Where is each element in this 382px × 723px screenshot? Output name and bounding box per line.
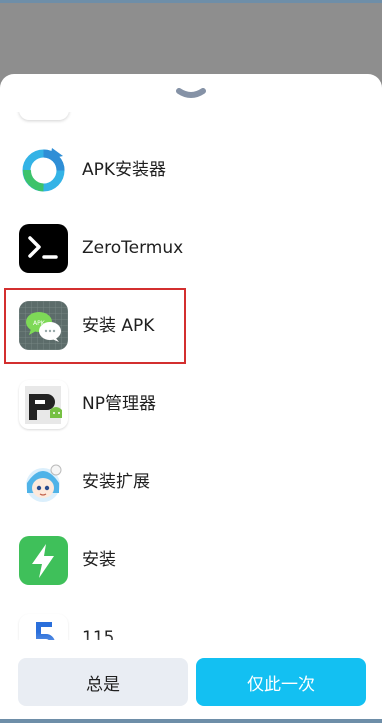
list-item-install-apk[interactable]: APK 安装 APK	[4, 288, 186, 364]
app-label: 安装	[82, 550, 116, 570]
bottom-edge	[0, 719, 382, 723]
list-fade	[0, 632, 382, 640]
np-manager-icon	[19, 380, 68, 429]
chevron-down-icon[interactable]	[176, 88, 206, 102]
install-apk-icon: APK	[19, 301, 68, 350]
app-list[interactable]: APK安装器 ZeroTermux APK 安装 APK NP管理器 安装扩展 …	[0, 112, 382, 640]
app-label: 安装扩展	[82, 472, 150, 492]
list-item-install[interactable]: 安装	[0, 522, 382, 600]
status-edge	[0, 0, 382, 3]
app-label: NP管理器	[82, 394, 156, 414]
always-button[interactable]: 总是	[18, 658, 188, 706]
dim-scrim[interactable]	[0, 0, 382, 80]
svg-text:APK: APK	[33, 320, 46, 327]
apk-installer-icon	[19, 146, 68, 195]
app-label: ZeroTermux	[82, 238, 184, 258]
list-item-apk-installer[interactable]: APK安装器	[0, 132, 382, 210]
just-once-button[interactable]: 仅此一次	[196, 658, 366, 706]
lightning-install-icon	[19, 536, 68, 585]
terminal-icon	[19, 224, 68, 273]
list-item-install-extension[interactable]: 安装扩展	[0, 444, 382, 522]
partial-app-icon	[19, 112, 69, 120]
app-label: APK安装器	[82, 160, 167, 180]
app-chooser-sheet: APK安装器 ZeroTermux APK 安装 APK NP管理器 安装扩展 …	[0, 74, 382, 723]
install-extension-icon	[19, 458, 68, 507]
app-label: 安装 APK	[82, 316, 155, 336]
list-item-np-manager[interactable]: NP管理器	[0, 366, 382, 444]
list-item-zerotermux[interactable]: ZeroTermux	[0, 210, 382, 288]
